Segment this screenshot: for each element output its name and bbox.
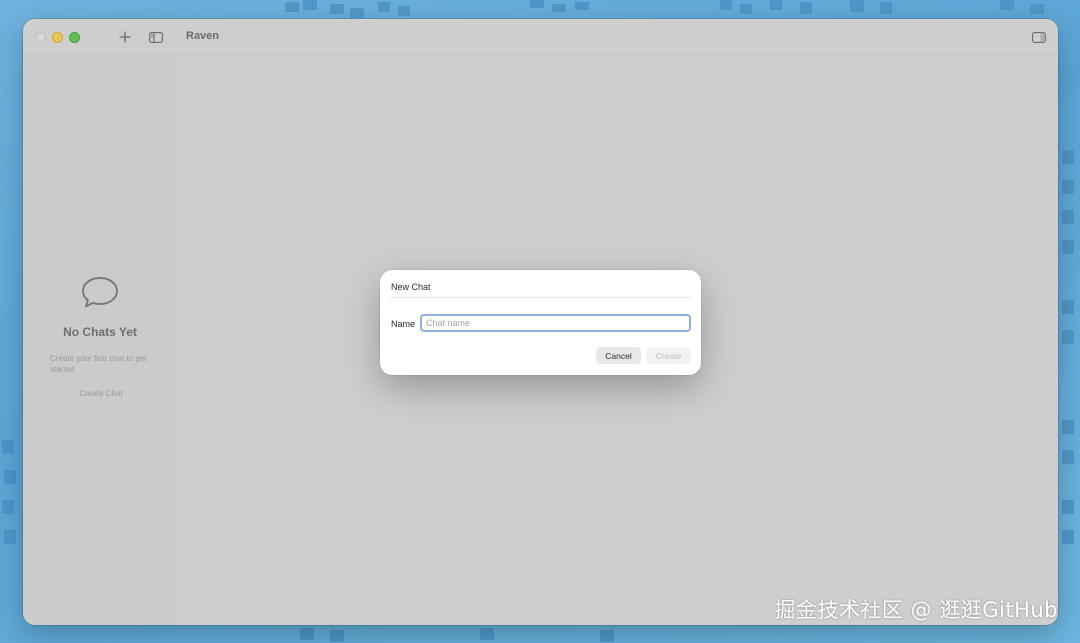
window-title: Raven xyxy=(186,30,220,42)
cancel-button[interactable]: Cancel xyxy=(596,347,641,364)
watermark: 掘金技术社区 @ 逛逛GitHub xyxy=(774,598,1058,622)
sidebar: No Chats Yet Create your first chat to g… xyxy=(23,56,175,625)
dialog-title: New Chat xyxy=(391,282,431,292)
empty-state-subtitle: Create your first chat to get started xyxy=(50,354,147,374)
inspector-toggle-icon[interactable] xyxy=(1030,28,1048,46)
plus-icon[interactable] xyxy=(116,28,134,46)
name-label: Name xyxy=(391,319,416,329)
chat-bubble-icon xyxy=(79,275,121,316)
dialog-divider xyxy=(390,297,691,298)
empty-state-title: No Chats Yet xyxy=(63,325,137,339)
sidebar-toggle-icon[interactable] xyxy=(147,28,165,46)
titlebar: Raven xyxy=(23,19,1058,55)
new-chat-dialog: New Chat Name Cancel Create xyxy=(380,270,701,375)
close-window-button[interactable] xyxy=(35,32,46,43)
create-button[interactable]: Create xyxy=(646,347,691,364)
zoom-window-button[interactable] xyxy=(69,32,80,43)
chat-name-input[interactable] xyxy=(420,314,691,332)
minimize-window-button[interactable] xyxy=(52,32,63,43)
create-chat-link[interactable]: Create Chat xyxy=(23,389,179,398)
